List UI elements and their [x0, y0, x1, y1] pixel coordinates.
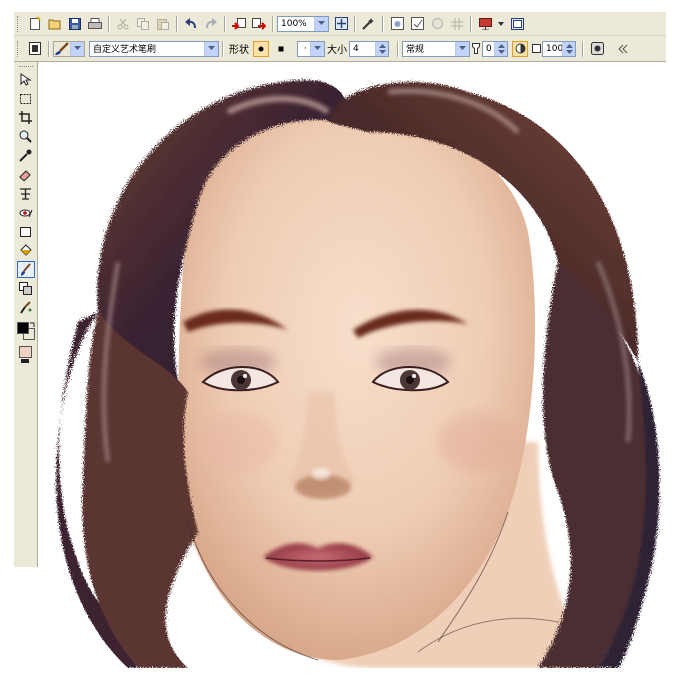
toolbox: [14, 62, 38, 567]
standard-toolbar: 100%: [14, 12, 666, 36]
shape-label: 形状: [229, 45, 249, 56]
restore-icon[interactable]: [389, 16, 405, 32]
toolbar-separator: [397, 40, 399, 57]
eyedropper-tool-icon[interactable]: [17, 147, 35, 164]
paste-icon[interactable]: [155, 16, 171, 32]
color-swatches: [17, 322, 35, 344]
open-icon[interactable]: [47, 16, 63, 32]
toolbar-grip[interactable]: [17, 15, 21, 32]
spinner-arrows-icon[interactable]: [375, 41, 388, 56]
square-nib-toggle[interactable]: [273, 41, 289, 57]
lens-icon[interactable]: [429, 16, 445, 32]
transparency-spinbox[interactable]: 0: [482, 40, 508, 57]
size-label: 大小: [327, 45, 347, 56]
nib-preset-combo[interactable]: ·: [297, 40, 325, 57]
undo-icon[interactable]: [183, 16, 199, 32]
opacity-spinbox[interactable]: 100: [542, 40, 576, 57]
brush-settings-icon[interactable]: [27, 41, 43, 57]
brush-preset-value: 自定义艺术笔刷: [93, 45, 157, 55]
grid-icon[interactable]: [449, 16, 465, 32]
toolbar-separator: [222, 40, 224, 57]
toolbar-separator: [382, 15, 384, 32]
checkpoint-icon[interactable]: [409, 16, 425, 32]
toolbar-separator: [176, 15, 178, 32]
expand-bar-icon[interactable]: [615, 41, 631, 57]
zoom-level-value: 100%: [281, 18, 307, 29]
paintbrush-icon: [54, 41, 70, 56]
zoom-level-combo[interactable]: 100%: [277, 15, 329, 32]
rectangle-tool-icon[interactable]: [17, 223, 35, 240]
transparency-value: 0: [486, 43, 492, 54]
merge-mode-combo[interactable]: 常规: [402, 40, 470, 57]
chevron-down-icon[interactable]: [310, 41, 324, 56]
round-nib-toggle[interactable]: [253, 40, 269, 57]
paint-tool-icon[interactable]: [16, 261, 35, 278]
image-canvas[interactable]: [38, 62, 666, 668]
fill-tool-icon[interactable]: [17, 242, 35, 259]
foreground-color-swatch[interactable]: [17, 322, 29, 334]
cut-icon[interactable]: [115, 16, 131, 32]
merge-mode-value: 常规: [406, 45, 425, 55]
toolbox-grip[interactable]: [18, 66, 33, 69]
toolbar-separator: [354, 15, 356, 32]
brush-type-picker[interactable]: [53, 40, 85, 57]
toolbar-separator: [470, 15, 472, 32]
toolbar-separator: [224, 15, 226, 32]
chevron-down-icon[interactable]: [204, 41, 218, 56]
toolbar-separator: [272, 15, 274, 32]
opacity-icon: [531, 41, 541, 57]
spinner-arrows-icon[interactable]: [494, 41, 507, 56]
effects-icon[interactable]: [361, 16, 377, 32]
full-screen-icon[interactable]: [509, 16, 525, 32]
corel-photo-paint-window: 100% 自定义艺术笔刷 形状 · 大小 4 常规 0 100: [14, 12, 666, 668]
save-icon[interactable]: [67, 16, 83, 32]
color-options-icon[interactable]: [21, 359, 29, 363]
toolbar-separator: [48, 40, 50, 57]
anti-alias-toggle[interactable]: [512, 40, 528, 57]
size-value: 4: [353, 43, 359, 54]
red-eye-tool-icon[interactable]: [17, 204, 35, 221]
zoom-fit-icon[interactable]: [333, 16, 349, 32]
redo-icon[interactable]: [203, 16, 219, 32]
import-icon[interactable]: [231, 16, 247, 32]
swap-colors-icon[interactable]: [29, 322, 35, 328]
mask-tool-icon[interactable]: [17, 90, 35, 107]
print-icon[interactable]: [87, 16, 103, 32]
nib-dot-icon: ·: [304, 43, 307, 54]
new-document-icon[interactable]: [27, 16, 43, 32]
brush-reset-icon[interactable]: [589, 41, 605, 57]
round-nib-icon: [258, 46, 264, 51]
clone-tool-icon[interactable]: [17, 280, 35, 297]
toolbar-separator: [108, 15, 110, 32]
zoom-tool-icon[interactable]: [17, 128, 35, 145]
launcher-icon[interactable]: [477, 16, 493, 32]
brush-preset-combo[interactable]: 自定义艺术笔刷: [89, 40, 219, 57]
export-icon[interactable]: [251, 16, 267, 32]
paper-color-swatch[interactable]: [19, 346, 32, 358]
chevron-down-icon[interactable]: [455, 41, 469, 56]
pick-tool-icon[interactable]: [17, 71, 35, 88]
eraser-tool-icon[interactable]: [17, 166, 35, 183]
square-nib-icon: [278, 46, 284, 51]
chevron-down-icon[interactable]: [70, 41, 84, 56]
opacity-value: 100: [546, 43, 562, 54]
property-bar: 自定义艺术笔刷 形状 · 大小 4 常规 0 100: [14, 36, 666, 62]
transparency-icon: [471, 41, 481, 57]
effect-tool-icon[interactable]: [17, 299, 35, 316]
text-tool-icon[interactable]: [17, 185, 35, 202]
crop-tool-icon[interactable]: [17, 109, 35, 126]
spinner-arrows-icon[interactable]: [562, 41, 575, 56]
launcher-dropdown-icon[interactable]: [497, 16, 505, 32]
toolbar-separator: [582, 40, 584, 57]
anti-alias-icon: [515, 43, 525, 54]
toolbar-grip[interactable]: [17, 40, 21, 57]
size-spinbox[interactable]: 4: [349, 40, 389, 57]
copy-icon[interactable]: [135, 16, 151, 32]
chevron-down-icon[interactable]: [314, 16, 328, 31]
portrait-image: [56, 80, 660, 668]
